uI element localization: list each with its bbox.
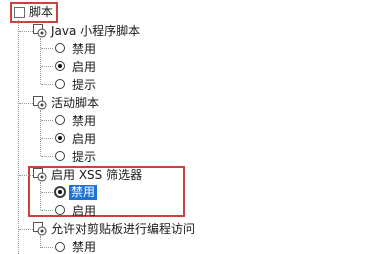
tree-connector xyxy=(41,66,53,67)
option-label: 禁用 xyxy=(72,42,97,56)
settings-gear-icon xyxy=(33,96,47,110)
radio-active-prompt[interactable] xyxy=(55,151,65,161)
tree-connector xyxy=(41,192,53,193)
option-label: 启用 xyxy=(72,204,97,218)
option-label: 禁用 xyxy=(72,114,97,128)
option-label: 禁用 xyxy=(72,240,97,254)
option-label: 提示 xyxy=(72,78,97,92)
radio-clipboard-disable[interactable] xyxy=(55,242,65,252)
radio-java-enable[interactable] xyxy=(55,61,65,71)
settings-gear-icon xyxy=(33,24,47,38)
radio-active-enable[interactable] xyxy=(55,133,65,143)
tree-connector xyxy=(40,110,41,156)
radio-java-prompt[interactable] xyxy=(55,79,65,89)
radio-xss-enable[interactable] xyxy=(55,205,65,215)
tree-connector xyxy=(18,20,19,254)
settings-gear-icon xyxy=(33,222,47,236)
tree-connector xyxy=(19,229,33,230)
tree-connector xyxy=(40,38,41,84)
root-checkbox-icon xyxy=(14,7,25,18)
radio-active-disable[interactable] xyxy=(55,115,65,125)
group-label-xss-filter[interactable]: 启用 XSS 筛选器 xyxy=(51,168,142,182)
tree-connector xyxy=(41,210,53,211)
tree-connector xyxy=(41,156,53,157)
tree-connector xyxy=(41,138,53,139)
tree-connector xyxy=(19,31,33,32)
group-label-active-scripting[interactable]: 活动脚本 xyxy=(51,96,99,110)
settings-gear-icon xyxy=(33,168,47,182)
tree-connector xyxy=(41,84,53,85)
option-label: 启用 xyxy=(72,132,97,146)
tree-connector xyxy=(19,103,33,104)
tree-connector xyxy=(40,182,41,210)
root-node-label[interactable]: 脚本 xyxy=(29,5,53,19)
option-label-selected: 禁用 xyxy=(69,185,98,200)
tree-connector xyxy=(19,175,33,176)
option-label: 启用 xyxy=(72,60,97,74)
tree-connector xyxy=(41,247,53,248)
radio-xss-disable[interactable] xyxy=(55,187,65,197)
group-label-java-applet[interactable]: Java 小程序脚本 xyxy=(51,24,140,38)
option-label: 提示 xyxy=(72,150,97,164)
group-label-clipboard-access[interactable]: 允许对剪贴板进行编程访问 xyxy=(51,222,195,236)
tree-connector xyxy=(41,48,53,49)
radio-java-disable[interactable] xyxy=(55,43,65,53)
tree-connector xyxy=(41,120,53,121)
